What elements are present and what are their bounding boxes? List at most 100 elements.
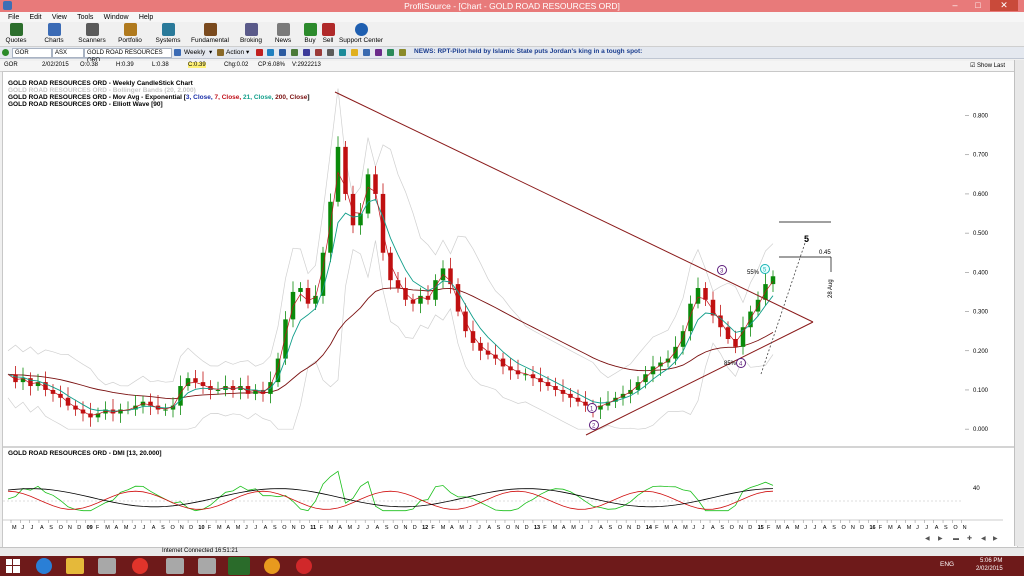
support-center-button[interactable]: Support Center [338, 23, 384, 44]
fit-icon[interactable]: ◀ [981, 536, 986, 542]
x-tick-label: M [795, 525, 800, 531]
systems-icon [161, 23, 175, 36]
template-icon[interactable] [339, 49, 346, 56]
candle-body [65, 397, 71, 406]
close-button[interactable]: ✕ [990, 0, 1018, 11]
candle-body [305, 288, 311, 304]
x-tick-label: J [142, 525, 145, 531]
files-icon[interactable] [98, 558, 116, 574]
dmi-lines [7, 470, 774, 512]
scanners-button[interactable]: Scanners [72, 23, 112, 44]
x-tick-label: F [879, 525, 883, 531]
legend-ema: GOLD ROAD RESOURCES ORD - Mov Avg - Expo… [8, 94, 310, 101]
x-tick-label: O [394, 525, 399, 531]
dmi-title: GOLD ROAD RESOURCES ORD - DMI [13, 20.00… [8, 450, 162, 457]
minimize-button[interactable]: – [944, 0, 966, 11]
x-tick-label: S [609, 525, 613, 531]
price-tick-label: 0.200 [973, 349, 989, 355]
x-tick-label: D [413, 525, 417, 531]
x-tick-label: O [59, 525, 64, 531]
chart-area[interactable]: GOLD ROAD RESOURCES ORD - Weekly CandleS… [2, 71, 1018, 549]
lower-trendline[interactable] [585, 321, 814, 436]
price-tick-label: 0.100 [973, 388, 989, 394]
price-axis: 0.000 0.100 0.200 0.300 0.400 0.500 0.600 0.700… [965, 114, 989, 433]
x-tick-label: F [543, 525, 547, 531]
stat-close: C:0.39 [188, 62, 206, 68]
x-tick-label: N [180, 525, 184, 531]
exchange-select[interactable]: ASX [52, 48, 84, 58]
zoom-in-icon[interactable]: ✚ [967, 535, 972, 542]
chevron-down-icon[interactable]: ▾ [209, 48, 212, 57]
x-tick-label: J [21, 525, 24, 531]
x-tick-label: O [953, 525, 958, 531]
scroll-right-icon[interactable]: ▶ [938, 536, 943, 542]
broking-icon [244, 23, 258, 36]
code-input[interactable]: GOR [12, 48, 52, 58]
price-chart[interactable]: GOLD ROAD RESOURCES ORD - Weekly CandleS… [3, 72, 1017, 548]
internet-explorer-icon[interactable] [36, 558, 52, 574]
draw-icon[interactable] [291, 49, 298, 56]
x-tick-label: M [12, 525, 17, 531]
x-tick-label: S [832, 525, 836, 531]
portfolio-button[interactable]: Portfolio [110, 23, 150, 44]
zoom-out-icon[interactable]: ▬ [953, 536, 959, 542]
news-ticker[interactable]: NEWS: RPT-Pilot held by Islamic State pu… [414, 48, 642, 55]
go-icon[interactable] [2, 49, 9, 56]
export-icon[interactable] [387, 49, 394, 56]
x-tick-label: M [571, 525, 576, 531]
compare-icon[interactable] [363, 49, 370, 56]
candle-body [688, 303, 693, 332]
zoom-icon[interactable] [303, 49, 310, 56]
x-tick-label: N [292, 525, 296, 531]
candle-body [328, 201, 333, 253]
up-arrow-icon[interactable] [267, 49, 274, 56]
chevron-down-icon[interactable]: ▾ [246, 48, 249, 57]
app-icon-gray[interactable] [198, 558, 216, 574]
maximize-button[interactable]: □ [967, 0, 989, 11]
file-explorer-icon[interactable] [66, 558, 84, 574]
printer-icon[interactable] [166, 558, 184, 574]
ema-21-line [7, 171, 774, 416]
x-tick-label: M [217, 525, 222, 531]
x-tick-label: S [944, 525, 948, 531]
settings-icon[interactable] [279, 49, 286, 56]
x-tick-label: N [627, 525, 631, 531]
fundamental-button[interactable]: Fundamental [190, 23, 230, 44]
systems-button[interactable]: Systems [148, 23, 188, 44]
chrome-icon[interactable] [132, 558, 148, 574]
app-orange-icon[interactable] [264, 558, 280, 574]
x-tick-label: J [478, 525, 481, 531]
print-icon[interactable] [327, 49, 334, 56]
x-tick-label: J [469, 525, 472, 531]
charts-button[interactable]: Charts [34, 23, 74, 44]
legend-ema-200: 200, Close [275, 94, 308, 101]
upper-trendline[interactable] [334, 91, 814, 323]
x-tick-label: J [804, 525, 807, 531]
windows-start-icon[interactable] [6, 559, 20, 573]
down-arrow-icon[interactable] [256, 49, 263, 56]
x-tick-label: S [720, 525, 724, 531]
language-indicator[interactable]: ENG [940, 561, 954, 568]
legend-elliott: GOLD ROAD RESOURCES ORD - Elliott Wave [… [8, 101, 163, 108]
period-dropdown[interactable]: Weekly [184, 48, 205, 57]
show-last-checkbox[interactable]: ☑ Show Last [970, 62, 1005, 69]
alert-icon[interactable] [351, 49, 358, 56]
news-feed-icon[interactable] [399, 49, 406, 56]
quotes-icon [9, 23, 23, 36]
side-panel-tab[interactable] [1014, 60, 1024, 546]
security-select[interactable]: GOLD ROAD RESOURCES ORD [84, 48, 172, 64]
fit-right-icon[interactable]: ▶ [993, 536, 998, 542]
tools-icon[interactable] [315, 49, 322, 56]
x-tick-label: M [348, 525, 353, 531]
profitsource-icon[interactable] [228, 557, 250, 575]
scanners-icon [85, 23, 99, 36]
indicator-icon[interactable] [375, 49, 382, 56]
price-tick-label: 0.700 [973, 153, 989, 159]
x-tick-label: M [441, 525, 446, 531]
candle-body [350, 193, 356, 226]
app-red-icon[interactable] [296, 558, 312, 574]
quotes-button[interactable]: Quotes [0, 23, 36, 44]
action-dropdown[interactable]: Action [226, 48, 244, 57]
x-tick-label: N [851, 525, 855, 531]
scroll-left-icon[interactable]: ◀ [925, 536, 930, 542]
